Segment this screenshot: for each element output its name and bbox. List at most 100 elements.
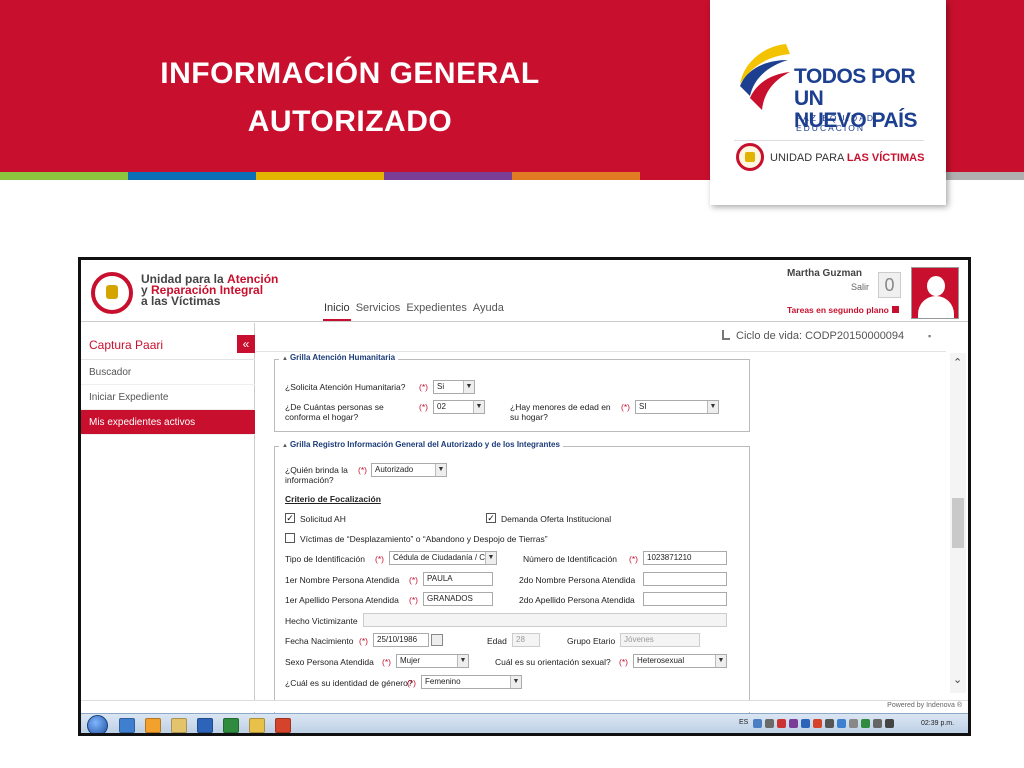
menores-value: SI xyxy=(639,402,647,411)
menores-select[interactable]: SI ▼ xyxy=(635,400,719,414)
sexo-value: Mujer xyxy=(400,656,421,665)
tray-app-icon[interactable] xyxy=(849,719,858,728)
media-player-icon[interactable] xyxy=(145,718,161,733)
start-button[interactable] xyxy=(87,715,108,733)
app-screenshot: Unidad para la Atención y Reparación Int… xyxy=(78,257,971,736)
network-icon[interactable] xyxy=(885,719,894,728)
avatar[interactable] xyxy=(911,267,959,319)
tray-app-icon[interactable] xyxy=(813,719,822,728)
background-tasks-link[interactable]: Tareas en segundo plano xyxy=(787,305,899,315)
excel-icon[interactable] xyxy=(223,718,239,733)
chevron-down-icon: ▼ xyxy=(457,655,468,667)
demanda-oferta-checkbox[interactable]: ✓ xyxy=(486,513,496,523)
logo-line1: TODOS POR UN xyxy=(794,65,916,110)
tray-app-icon[interactable] xyxy=(753,719,762,728)
nombre2-label: 2do Nombre Persona Atendida xyxy=(519,575,636,585)
volume-icon[interactable] xyxy=(873,719,882,728)
section1-legend[interactable]: ▲ Grilla Atención Humanitaria xyxy=(279,353,399,362)
tray-app-icon[interactable] xyxy=(765,719,774,728)
tray-app-icon[interactable] xyxy=(777,719,786,728)
paint-icon[interactable] xyxy=(249,718,265,733)
quien-select[interactable]: Autorizado ▼ xyxy=(371,463,447,477)
unidad-strong: LAS VÍCTIMAS xyxy=(846,152,925,164)
q-personas-label: ¿De Cuántas personas se conforma el hoga… xyxy=(285,402,384,422)
chevron-down-icon: ▼ xyxy=(473,401,484,413)
section-registro-informacion: ▲ Grilla Registro Información General del… xyxy=(274,440,750,716)
chevron-down-icon[interactable]: ⌄ xyxy=(953,673,962,686)
required-mark: (*) xyxy=(407,678,416,688)
chevron-down-icon: ▼ xyxy=(485,552,496,564)
scrollbar-thumb[interactable] xyxy=(952,498,964,548)
options-menu-icon[interactable]: ▪ xyxy=(928,331,931,341)
nav-expedientes[interactable]: Expedientes xyxy=(405,302,468,321)
government-logo-card: TODOS POR UN NUEVO PAÍS PAZ EQUIDAD EDUC… xyxy=(710,0,946,205)
required-mark: (*) xyxy=(359,636,368,646)
tipo-id-value: Cédula de Ciudadanía / Cor xyxy=(393,553,493,562)
sexo-label: Sexo Persona Atendida xyxy=(285,657,374,667)
collapse-sidebar-button[interactable]: « xyxy=(237,335,255,353)
orientacion-label: Cuál es su orientación sexual? xyxy=(495,657,611,667)
main-content: Ciclo de vida: CODP20150000094 ▪ ▲ Grilla… xyxy=(256,323,968,716)
tray-app-icon[interactable] xyxy=(801,719,810,728)
sexo-select[interactable]: Mujer ▼ xyxy=(396,654,469,668)
identidad-value: Femenino xyxy=(425,677,461,686)
section2-legend-text: Grilla Registro Información General del … xyxy=(289,440,560,449)
nav-servicios[interactable]: Servicios xyxy=(355,302,402,321)
personas-select[interactable]: 02 ▼ xyxy=(433,400,485,414)
language-indicator[interactable]: ES xyxy=(739,719,748,726)
ie-icon[interactable] xyxy=(119,718,135,733)
identidad-select[interactable]: Femenino ▼ xyxy=(421,675,522,689)
vertical-scrollbar[interactable]: ⌃ ⌄ xyxy=(950,353,966,693)
tipo-id-select[interactable]: Cédula de Ciudadanía / Cor ▼ xyxy=(389,551,497,565)
demanda-oferta-label: Demanda Oferta Institucional xyxy=(501,514,612,524)
sidebar-item-mis-expedientes[interactable]: Mis expedientes activos xyxy=(81,410,255,435)
fecha-input[interactable]: 25/10/1986 xyxy=(373,633,429,647)
grupo-input[interactable]: Jóvenes xyxy=(620,633,700,647)
powerpoint-icon[interactable] xyxy=(275,718,291,733)
tray-app-icon[interactable] xyxy=(837,719,846,728)
apellido1-input[interactable]: GRANADOS xyxy=(423,592,493,606)
sidebar-item-buscador[interactable]: Buscador xyxy=(81,360,255,385)
section2-legend[interactable]: ▲ Grilla Registro Información General del… xyxy=(279,440,563,449)
required-mark: (*) xyxy=(409,575,418,585)
criterio-title: Criterio de Focalización xyxy=(285,494,381,504)
num-id-input[interactable]: 1023871210 xyxy=(643,551,727,565)
logo-separator xyxy=(734,140,924,141)
logout-link[interactable]: Salir xyxy=(851,282,869,292)
quien-label: ¿Quién brinda la información? xyxy=(285,465,348,485)
sidebar-item-iniciar-expediente[interactable]: Iniciar Expediente xyxy=(81,385,255,410)
slide-title: INFORMACIÓN GENERAL AUTORIZADO xyxy=(110,50,590,146)
folder-icon[interactable] xyxy=(171,718,187,733)
apellido2-input[interactable] xyxy=(643,592,727,606)
required-mark: (*) xyxy=(621,402,630,412)
chevron-down-icon: ▼ xyxy=(463,381,474,393)
app-seal-icon xyxy=(91,272,133,314)
tray-app-icon[interactable] xyxy=(825,719,834,728)
lifecycle-label: Ciclo de vida: CODP20150000094 xyxy=(722,330,904,342)
taskbar-clock[interactable]: 02:39 p.m. xyxy=(921,720,954,727)
slide: INFORMACIÓN GENERAL AUTORIZADO TODOS POR… xyxy=(0,0,1024,768)
nav-ayuda[interactable]: Ayuda xyxy=(472,302,505,321)
required-mark: (*) xyxy=(375,554,384,564)
tray-app-icon[interactable] xyxy=(789,719,798,728)
identidad-label: ¿Cuál es su identidad de género? xyxy=(285,678,413,688)
nombre1-label: 1er Nombre Persona Atendida xyxy=(285,575,400,585)
apellido1-label: 1er Apellido Persona Atendida xyxy=(285,595,399,605)
hecho-input[interactable] xyxy=(363,613,727,627)
tray-app-icon[interactable] xyxy=(861,719,870,728)
calendar-icon[interactable] xyxy=(431,634,443,646)
nav-inicio[interactable]: Inicio xyxy=(323,302,351,321)
solicita-select[interactable]: Si ▼ xyxy=(433,380,475,394)
chevron-up-icon[interactable]: ⌃ xyxy=(953,356,962,369)
tareas-label: Tareas en segundo plano xyxy=(787,305,889,315)
orientacion-select[interactable]: Heterosexual ▼ xyxy=(633,654,727,668)
victimas-checkbox[interactable] xyxy=(285,533,295,543)
nombre2-input[interactable] xyxy=(643,572,727,586)
outlook-icon[interactable] xyxy=(197,718,213,733)
solicitud-ah-checkbox[interactable]: ✓ xyxy=(285,513,295,523)
edad-input[interactable]: 28 xyxy=(512,633,540,647)
nombre1-input[interactable]: PAULA xyxy=(423,572,493,586)
notification-count[interactable]: 0 xyxy=(878,272,901,298)
q-menores-label: ¿Hay menores de edad en su hogar? xyxy=(510,402,611,422)
app-name: Unidad para la Atención y Reparación Int… xyxy=(141,273,278,307)
